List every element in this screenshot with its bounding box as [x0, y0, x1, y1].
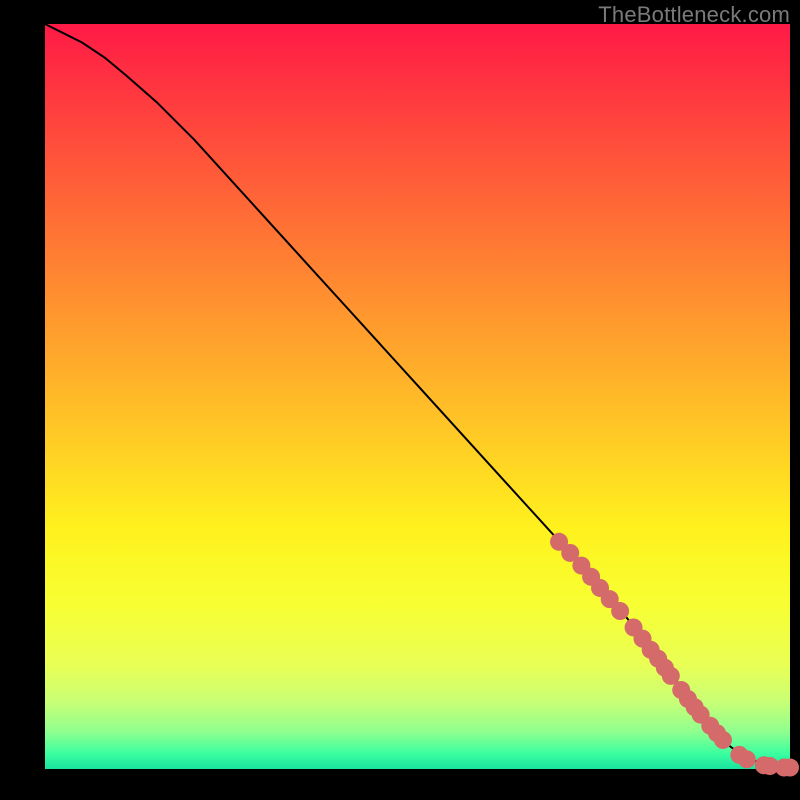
chart-frame: TheBottleneck.com: [0, 0, 800, 800]
data-point: [781, 759, 799, 777]
data-point: [738, 750, 756, 768]
data-point: [611, 602, 629, 620]
plot-area: [45, 24, 790, 769]
curve-line: [45, 24, 790, 768]
chart-svg: [45, 24, 790, 769]
data-point: [714, 731, 732, 749]
